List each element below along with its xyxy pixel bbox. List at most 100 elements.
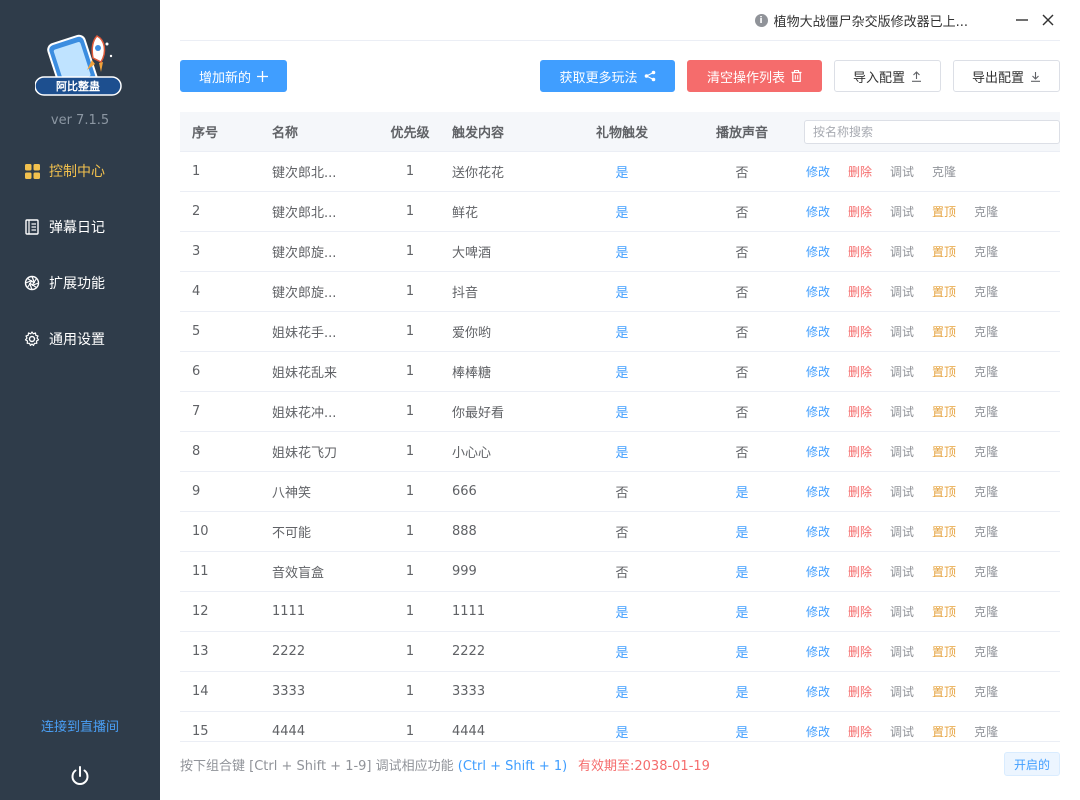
cell-play-sound: 否	[735, 366, 749, 381]
clone-button[interactable]: 克隆	[974, 243, 998, 260]
add-new-button[interactable]: 增加新的	[180, 60, 287, 92]
delete-button[interactable]: 删除	[848, 283, 872, 300]
notice-banner[interactable]: i 植物大战僵尸杂交版修改器已上...	[754, 11, 968, 30]
pin-top-button[interactable]: 置顶	[932, 443, 956, 460]
delete-button[interactable]: 删除	[848, 443, 872, 460]
clone-button[interactable]: 克隆	[974, 723, 998, 740]
debug-button[interactable]: 调试	[890, 563, 914, 580]
edit-button[interactable]: 修改	[806, 723, 830, 740]
edit-button[interactable]: 修改	[806, 683, 830, 700]
edit-button[interactable]: 修改	[806, 243, 830, 260]
minimize-button[interactable]	[1012, 10, 1032, 30]
clone-button[interactable]: 克隆	[974, 643, 998, 660]
clone-button[interactable]: 克隆	[932, 163, 956, 180]
column-header-priority[interactable]: 优先级	[368, 122, 452, 141]
debug-button[interactable]: 调试	[890, 403, 914, 420]
edit-button[interactable]: 修改	[806, 283, 830, 300]
debug-button[interactable]: 调试	[890, 483, 914, 500]
debug-button[interactable]: 调试	[890, 363, 914, 380]
sidebar-item-extensions[interactable]: 扩展功能	[0, 263, 160, 303]
delete-button[interactable]: 删除	[848, 323, 872, 340]
edit-button[interactable]: 修改	[806, 163, 830, 180]
pin-top-button[interactable]: 置顶	[932, 603, 956, 620]
pin-top-button[interactable]: 置顶	[932, 523, 956, 540]
import-config-button[interactable]: 导入配置	[834, 60, 941, 92]
pin-top-button[interactable]: 置顶	[932, 203, 956, 220]
clone-button[interactable]: 克隆	[974, 603, 998, 620]
table-row: 4 键次郎旋... 1 抖音 是 否 修改 删除 调试 置顶 克隆	[180, 272, 1060, 312]
clone-button[interactable]: 克隆	[974, 443, 998, 460]
debug-button[interactable]: 调试	[890, 683, 914, 700]
delete-button[interactable]: 删除	[848, 683, 872, 700]
edit-button[interactable]: 修改	[806, 603, 830, 620]
delete-button[interactable]: 删除	[848, 563, 872, 580]
edit-button[interactable]: 修改	[806, 523, 830, 540]
column-header-gift-trigger[interactable]: 礼物触发	[552, 122, 692, 141]
column-header-index[interactable]: 序号	[180, 122, 272, 141]
clone-button[interactable]: 克隆	[974, 283, 998, 300]
column-header-name[interactable]: 名称	[272, 122, 368, 141]
edit-button[interactable]: 修改	[806, 403, 830, 420]
share-icon	[644, 70, 656, 82]
delete-button[interactable]: 删除	[848, 243, 872, 260]
debug-button[interactable]: 调试	[890, 643, 914, 660]
debug-button[interactable]: 调试	[890, 723, 914, 740]
pin-top-button[interactable]: 置顶	[932, 643, 956, 660]
pin-top-button[interactable]: 置顶	[932, 683, 956, 700]
edit-button[interactable]: 修改	[806, 643, 830, 660]
sidebar-item-general-settings[interactable]: 通用设置	[0, 319, 160, 359]
debug-button[interactable]: 调试	[890, 323, 914, 340]
clone-button[interactable]: 克隆	[974, 203, 998, 220]
clone-button[interactable]: 克隆	[974, 563, 998, 580]
debug-button[interactable]: 调试	[890, 443, 914, 460]
edit-button[interactable]: 修改	[806, 563, 830, 580]
pin-top-button[interactable]: 置顶	[932, 363, 956, 380]
pin-top-button[interactable]: 置顶	[932, 483, 956, 500]
debug-button[interactable]: 调试	[890, 163, 914, 180]
column-header-play-sound[interactable]: 播放声音	[692, 122, 792, 141]
search-input[interactable]	[804, 119, 1060, 144]
clear-list-button[interactable]: 清空操作列表	[687, 60, 822, 92]
edit-button[interactable]: 修改	[806, 363, 830, 380]
clone-button[interactable]: 克隆	[974, 483, 998, 500]
delete-button[interactable]: 删除	[848, 163, 872, 180]
delete-button[interactable]: 删除	[848, 483, 872, 500]
pin-top-button[interactable]: 置顶	[932, 323, 956, 340]
close-button[interactable]	[1038, 10, 1058, 30]
debug-button[interactable]: 调试	[890, 603, 914, 620]
delete-button[interactable]: 删除	[848, 203, 872, 220]
delete-button[interactable]: 删除	[848, 523, 872, 540]
pin-top-button[interactable]: 置顶	[932, 563, 956, 580]
debug-button[interactable]: 调试	[890, 283, 914, 300]
edit-button[interactable]: 修改	[806, 203, 830, 220]
sidebar-item-danmu-diary[interactable]: 弹幕日记	[0, 207, 160, 247]
cell-priority: 1	[405, 204, 415, 219]
pin-top-button[interactable]: 置顶	[932, 243, 956, 260]
clone-button[interactable]: 克隆	[974, 363, 998, 380]
debug-button[interactable]: 调试	[890, 243, 914, 260]
delete-button[interactable]: 删除	[848, 643, 872, 660]
edit-button[interactable]: 修改	[806, 483, 830, 500]
column-header-trigger[interactable]: 触发内容	[452, 122, 552, 141]
delete-button[interactable]: 删除	[848, 363, 872, 380]
clone-button[interactable]: 克隆	[974, 683, 998, 700]
debug-button[interactable]: 调试	[890, 523, 914, 540]
clone-button[interactable]: 克隆	[974, 323, 998, 340]
power-icon[interactable]	[68, 764, 92, 788]
get-more-button[interactable]: 获取更多玩法	[540, 60, 675, 92]
clone-button[interactable]: 克隆	[974, 403, 998, 420]
delete-button[interactable]: 删除	[848, 723, 872, 740]
sidebar-item-control-center[interactable]: 控制中心	[0, 151, 160, 191]
export-config-button[interactable]: 导出配置	[953, 60, 1060, 92]
edit-button[interactable]: 修改	[806, 443, 830, 460]
pin-top-button[interactable]: 置顶	[932, 723, 956, 740]
connect-live-room-link[interactable]: 连接到直播间	[0, 716, 160, 735]
delete-button[interactable]: 删除	[848, 403, 872, 420]
edit-button[interactable]: 修改	[806, 323, 830, 340]
status-tag[interactable]: 开启的	[1003, 752, 1060, 776]
debug-button[interactable]: 调试	[890, 203, 914, 220]
pin-top-button[interactable]: 置顶	[932, 403, 956, 420]
delete-button[interactable]: 删除	[848, 603, 872, 620]
clone-button[interactable]: 克隆	[974, 523, 998, 540]
pin-top-button[interactable]: 置顶	[932, 283, 956, 300]
